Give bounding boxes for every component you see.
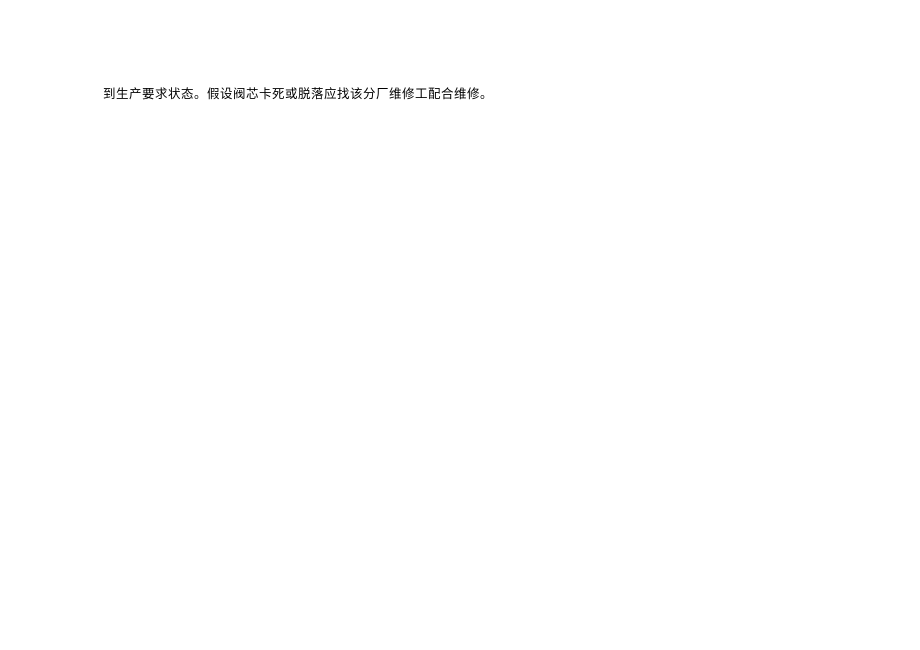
body-paragraph: 到生产要求状态。假设阀芯卡死或脱落应找该分厂维修工配合维修。 (103, 85, 493, 104)
document-page: 到生产要求状态。假设阀芯卡死或脱落应找该分厂维修工配合维修。 (0, 0, 920, 650)
